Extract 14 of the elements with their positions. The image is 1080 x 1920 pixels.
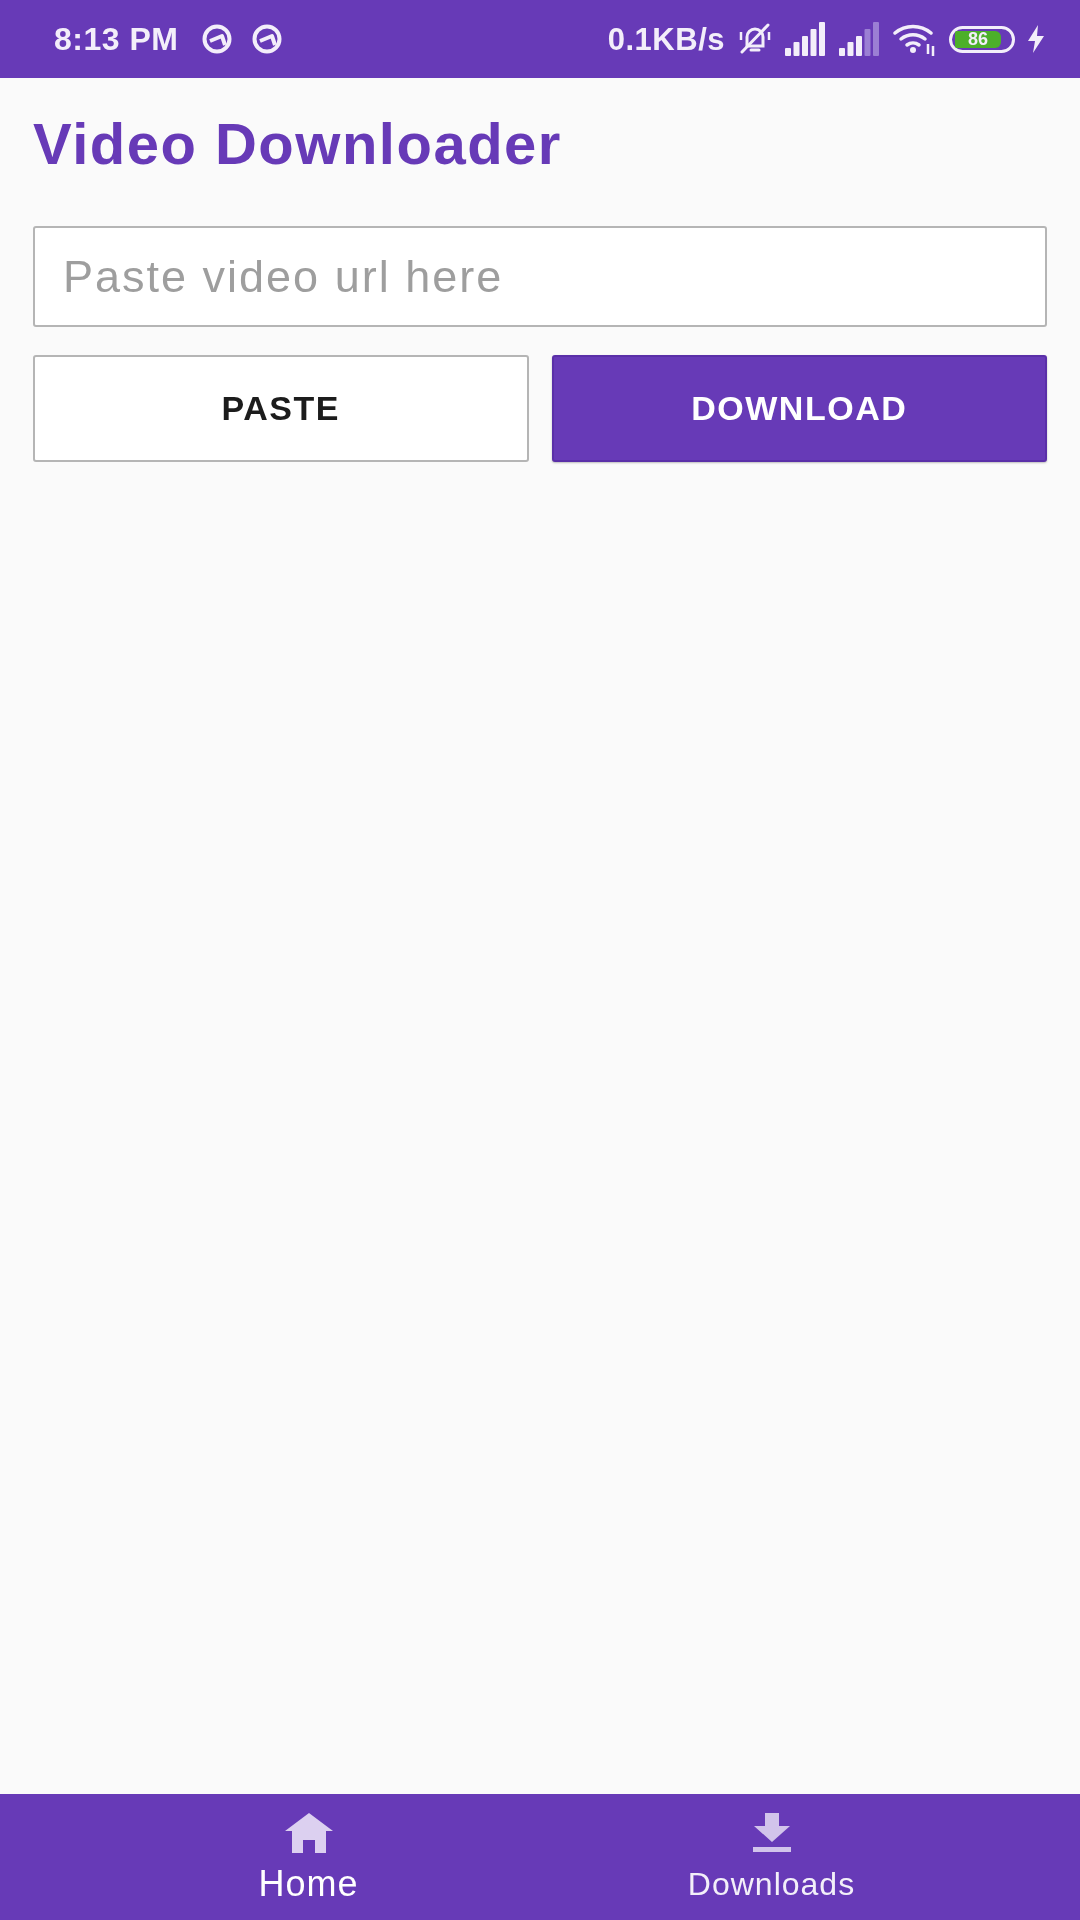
nav-tab[interactable]: Home: [77, 1794, 540, 1920]
url-input-field[interactable]: Paste video url here: [33, 226, 1047, 327]
network-speed: 0.1KB/s: [607, 23, 725, 55]
status-time: 8:13 PM: [54, 23, 179, 55]
wifi-icon: [893, 22, 937, 56]
muted-bell-icon: [737, 22, 773, 56]
home-icon: [283, 1812, 334, 1854]
signal-icon: [839, 22, 881, 56]
app-title: Video Downloader: [33, 110, 562, 178]
battery-percentage: 86: [955, 30, 1001, 48]
signal-icon: [785, 22, 827, 56]
primary-button[interactable]: DOWNLOAD: [551, 355, 1047, 462]
outlined-button[interactable]: PASTE: [33, 355, 529, 462]
nav-tab[interactable]: Downloads: [540, 1794, 1003, 1920]
